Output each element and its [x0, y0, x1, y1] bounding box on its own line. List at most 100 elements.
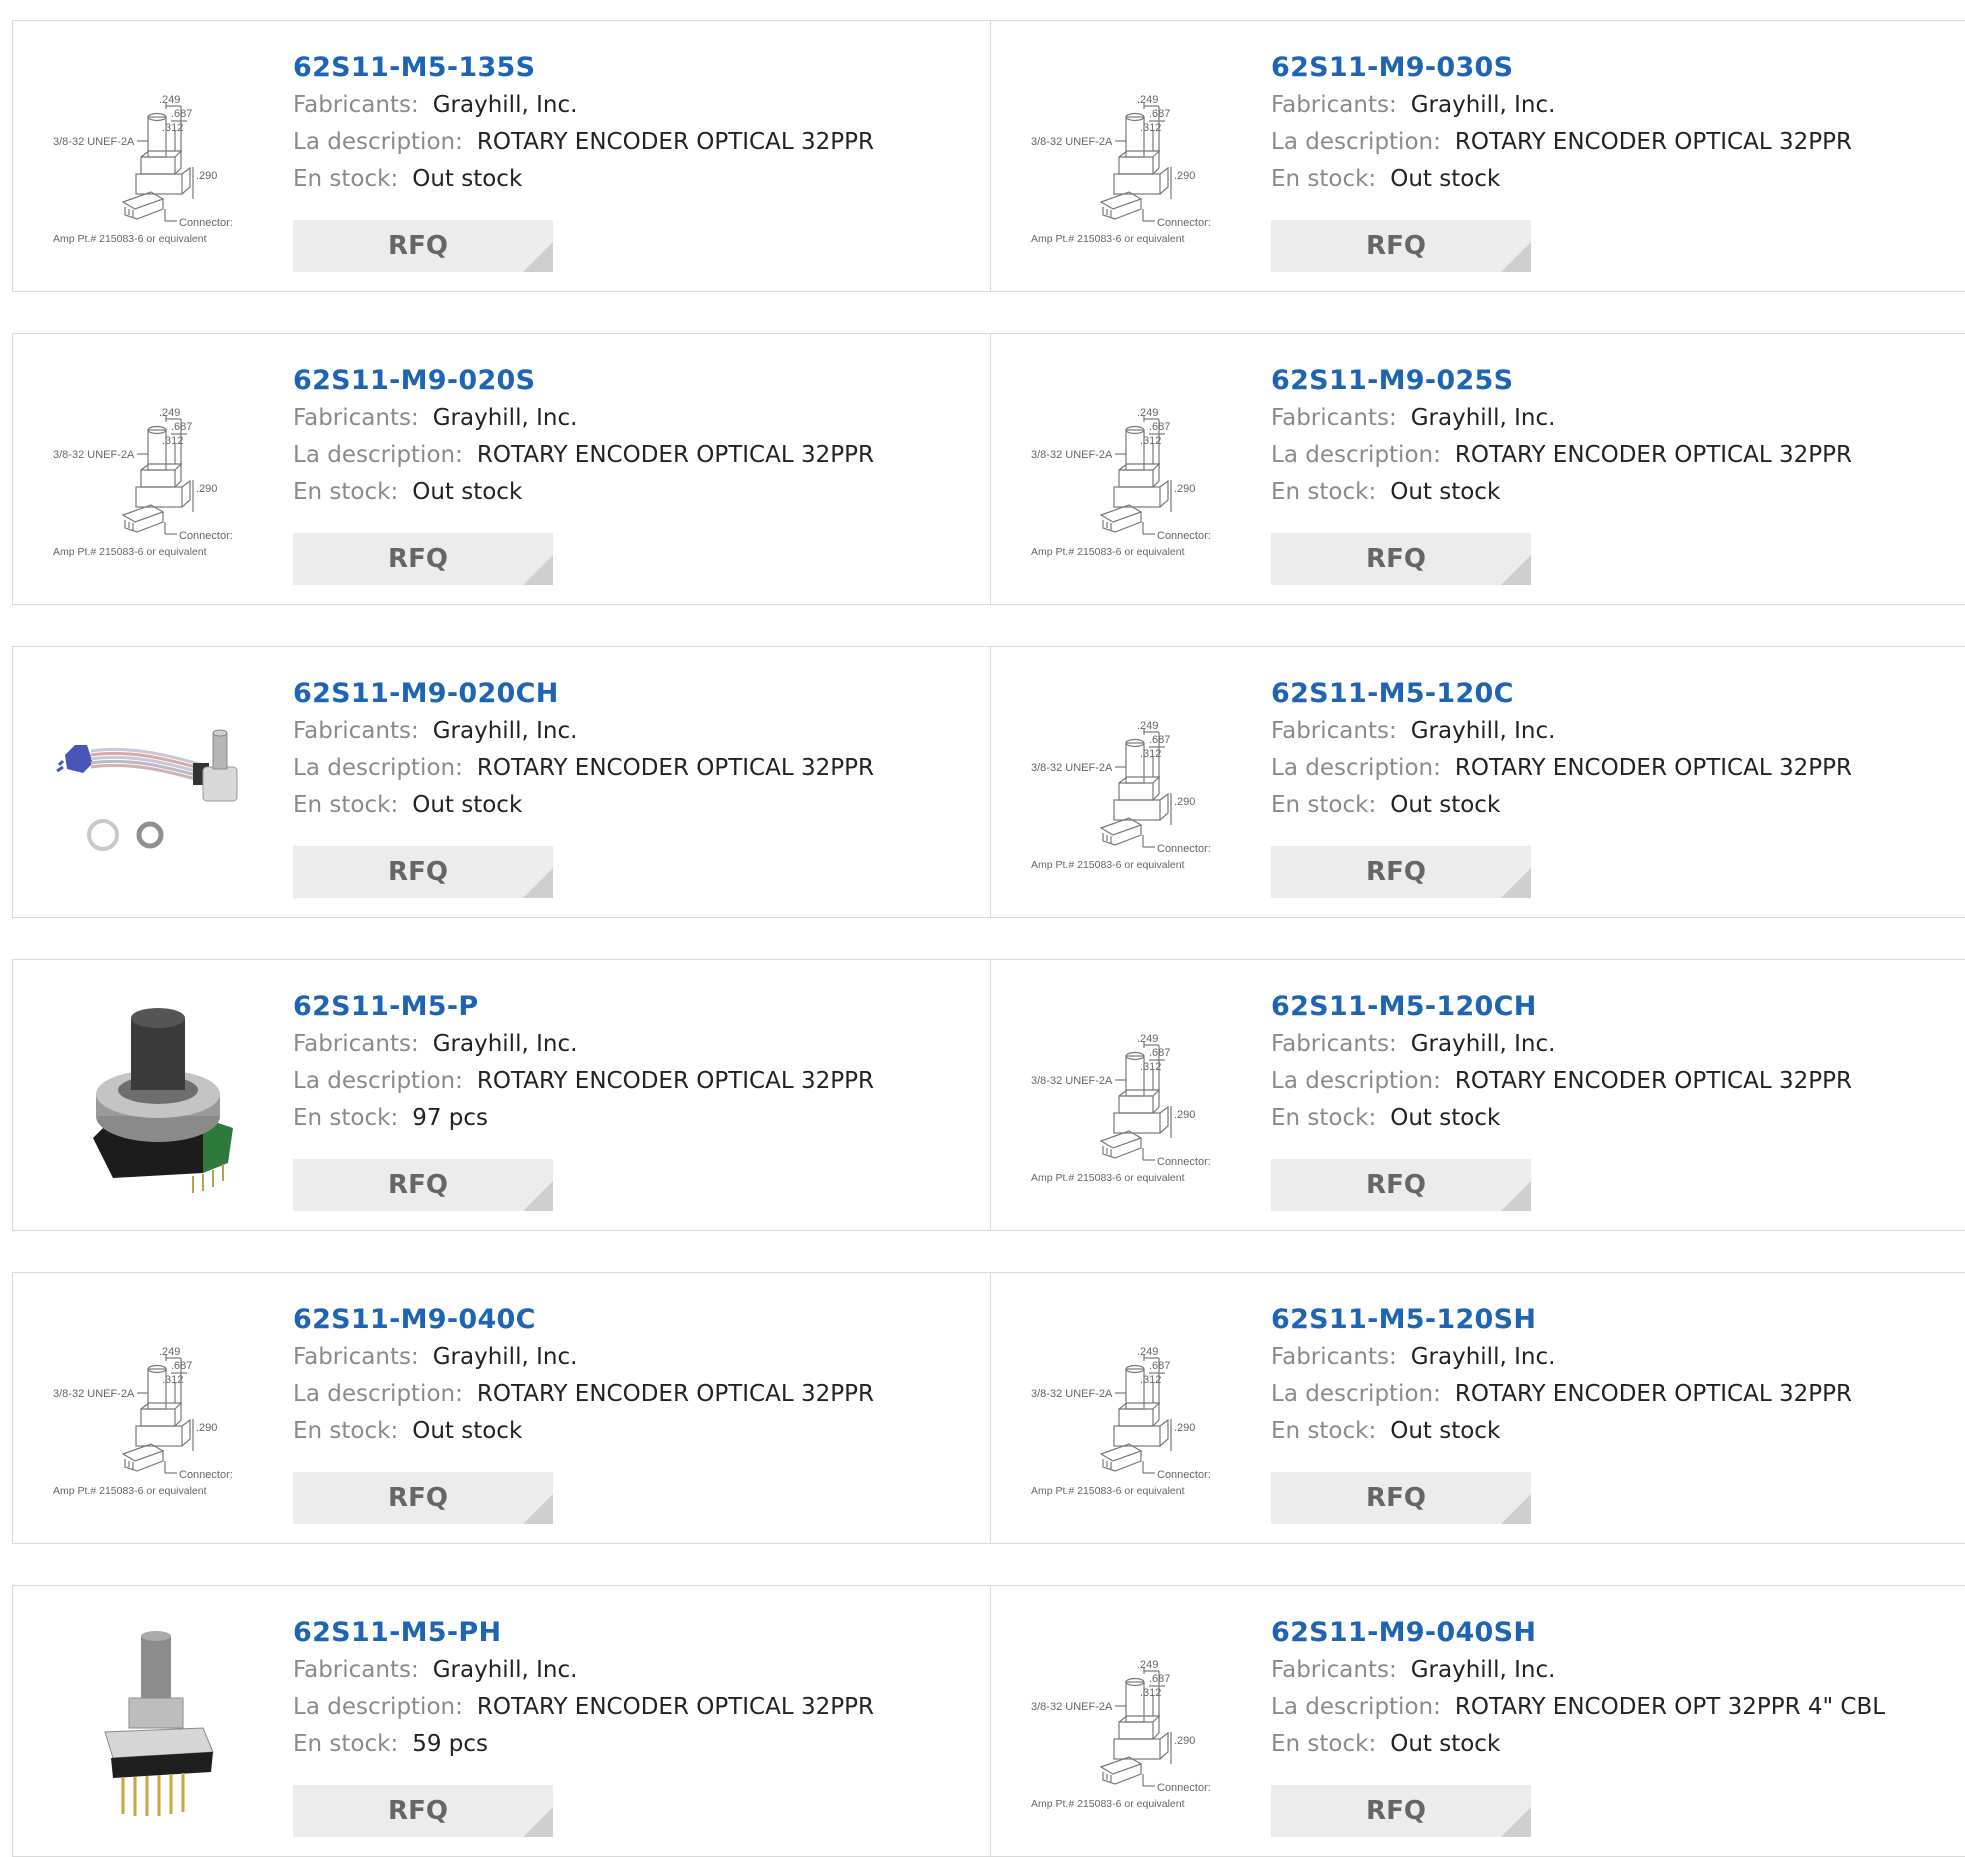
product-image[interactable]: 3/8-32 UNEF-2A .249 .687 .312 .290 Connector:… [1031, 59, 1236, 264]
part-number-link[interactable]: 62S11-M5-120CH [1271, 988, 1852, 1026]
product-image[interactable]: 3/8-32 UNEF-2A .249 .687 .312 .290 Connector:… [1031, 1624, 1236, 1829]
product-image[interactable]: 3/8-32 UNEF-2A .249 .687 .312 .290 Connector:… [1031, 1311, 1236, 1516]
product-image[interactable]: 3/8-32 UNEF-2A .249 .687 .312 .290 Connector:… [1031, 998, 1236, 1203]
manufacturer-label: Fabricants: [293, 405, 419, 431]
description-label: La description: [293, 755, 463, 781]
drawing-label: .249 [1137, 720, 1158, 732]
rfq-label: RFQ [1366, 544, 1426, 574]
stock-value: Out stock [1390, 792, 1501, 818]
drawing-label: .249 [1137, 1659, 1158, 1671]
manufacturer-line: Fabricants: Grayhill, Inc. [293, 1339, 874, 1376]
drawing-label: 3/8-32 UNEF-2A [1031, 449, 1113, 461]
part-number-link[interactable]: 62S11-M5-PH [293, 1614, 874, 1652]
manufacturer-value: Grayhill, Inc. [432, 1344, 578, 1370]
part-number-link[interactable]: 62S11-M5-120SH [1271, 1301, 1852, 1339]
drawing-label: Connector: [1157, 1782, 1211, 1794]
part-number-link[interactable]: 62S11-M9-030S [1271, 49, 1852, 87]
product-card: 3/8-32 UNEF-2A .249 .687 .312 .290 Connector:… [990, 960, 1965, 1230]
product-image[interactable]: 3/8-32 UNEF-2A .249 .687 .312 .290 Connector:… [1031, 372, 1236, 577]
drawing-label: .290 [1174, 1735, 1195, 1747]
description-value: ROTARY ENCODER OPTICAL 32PPR [476, 129, 874, 155]
drawing-label: .249 [1137, 407, 1158, 419]
manufacturer-value: Grayhill, Inc. [1410, 92, 1556, 118]
rfq-button[interactable]: RFQ [1271, 846, 1531, 898]
product-card: 3/8-32 UNEF-2A .249 .687 .312 .290 Connector:… [990, 21, 1965, 291]
manufacturer-label: Fabricants: [1271, 1344, 1397, 1370]
drawing-label: Connector: [1157, 1156, 1211, 1168]
drawing-label: .312 [1140, 748, 1161, 760]
rfq-button[interactable]: RFQ [1271, 1785, 1531, 1837]
drawing-label: .249 [159, 407, 180, 419]
product-image[interactable]: 3/8-32 UNEF-2A .249 .687 .312 .290 Connector:… [1031, 685, 1236, 890]
product-card: 3/8-32 UNEF-2A .249 .687 .312 .290 Connector:… [13, 21, 990, 291]
drawing-label: .687 [1149, 734, 1170, 746]
rfq-button[interactable]: RFQ [293, 846, 553, 898]
stock-line: En stock: Out stock [1271, 787, 1852, 824]
drawing-label: 3/8-32 UNEF-2A [1031, 1701, 1113, 1713]
manufacturer-line: Fabricants: Grayhill, Inc. [1271, 1652, 1885, 1689]
product-image[interactable]: 3/8-32 UNEF-2A .249 .687 .312 .290 Connector:… [53, 1311, 258, 1516]
rfq-button[interactable]: RFQ [1271, 220, 1531, 272]
rfq-button[interactable]: RFQ [293, 1159, 553, 1211]
manufacturer-value: Grayhill, Inc. [432, 92, 578, 118]
part-number-link[interactable]: 62S11-M9-040C [293, 1301, 874, 1339]
part-number-link[interactable]: 62S11-M5-120C [1271, 675, 1852, 713]
part-number-link[interactable]: 62S11-M9-040SH [1271, 1614, 1885, 1652]
manufacturer-label: Fabricants: [1271, 405, 1397, 431]
drawing-label: .290 [196, 170, 217, 182]
description-line: La description: ROTARY ENCODER OPTICAL 32… [1271, 124, 1852, 161]
drawing-label: .290 [1174, 796, 1195, 808]
product-image[interactable] [53, 998, 258, 1203]
drawing-label: Amp Pt.# 215083-6 or equivalent [53, 233, 207, 245]
product-image[interactable]: 3/8-32 UNEF-2A .249 .687 .312 .290 Connector:… [53, 59, 258, 264]
drawing-label: .290 [1174, 483, 1195, 495]
stock-label: En stock: [1271, 1105, 1377, 1131]
product-image[interactable] [53, 1624, 258, 1829]
description-label: La description: [293, 1068, 463, 1094]
rfq-button[interactable]: RFQ [1271, 533, 1531, 585]
rfq-button[interactable]: RFQ [1271, 1472, 1531, 1524]
part-number-link[interactable]: 62S11-M9-020S [293, 362, 874, 400]
manufacturer-line: Fabricants: Grayhill, Inc. [293, 400, 874, 437]
drawing-label: Amp Pt.# 215083-6 or equivalent [1031, 1798, 1185, 1810]
manufacturer-label: Fabricants: [1271, 1657, 1397, 1683]
product-card: 3/8-32 UNEF-2A .249 .687 .312 .290 Connector:… [990, 1586, 1965, 1856]
part-number-link[interactable]: 62S11-M5-135S [293, 49, 874, 87]
manufacturer-line: Fabricants: Grayhill, Inc. [293, 1652, 874, 1689]
rfq-label: RFQ [1366, 1796, 1426, 1826]
stock-label: En stock: [1271, 479, 1377, 505]
manufacturer-value: Grayhill, Inc. [1410, 1344, 1556, 1370]
drawing-label: .687 [171, 421, 192, 433]
part-number-link[interactable]: 62S11-M9-025S [1271, 362, 1852, 400]
rfq-button[interactable]: RFQ [1271, 1159, 1531, 1211]
rfq-button[interactable]: RFQ [293, 220, 553, 272]
stock-value: Out stock [412, 166, 523, 192]
drawing-label: .290 [196, 1422, 217, 1434]
rfq-button[interactable]: RFQ [293, 1785, 553, 1837]
stock-line: En stock: 59 pcs [293, 1726, 874, 1763]
description-value: ROTARY ENCODER OPTICAL 32PPR [476, 755, 874, 781]
part-number-link[interactable]: 62S11-M5-P [293, 988, 874, 1026]
drawing-label: Connector: [1157, 843, 1211, 855]
rfq-button[interactable]: RFQ [293, 1472, 553, 1524]
description-value: ROTARY ENCODER OPTICAL 32PPR [476, 1068, 874, 1094]
rfq-label: RFQ [388, 1796, 448, 1826]
manufacturer-label: Fabricants: [1271, 718, 1397, 744]
rfq-label: RFQ [1366, 1170, 1426, 1200]
description-label: La description: [1271, 1381, 1441, 1407]
part-number-link[interactable]: 62S11-M9-020CH [293, 675, 874, 713]
stock-line: En stock: 97 pcs [293, 1100, 874, 1137]
description-label: La description: [1271, 442, 1441, 468]
product-image[interactable] [53, 685, 258, 890]
manufacturer-line: Fabricants: Grayhill, Inc. [1271, 713, 1852, 750]
drawing-label: .290 [1174, 1422, 1195, 1434]
description-line: La description: ROTARY ENCODER OPTICAL 32… [293, 1689, 874, 1726]
corner-triangle-icon [523, 868, 553, 898]
drawing-label: 3/8-32 UNEF-2A [1031, 1388, 1113, 1400]
manufacturer-line: Fabricants: Grayhill, Inc. [293, 1026, 874, 1063]
stock-label: En stock: [293, 166, 399, 192]
rfq-button[interactable]: RFQ [293, 533, 553, 585]
product-card: 3/8-32 UNEF-2A .249 .687 .312 .290 Connector:… [990, 334, 1965, 604]
product-image[interactable]: 3/8-32 UNEF-2A .249 .687 .312 .290 Connector:… [53, 372, 258, 577]
manufacturer-label: Fabricants: [293, 92, 419, 118]
